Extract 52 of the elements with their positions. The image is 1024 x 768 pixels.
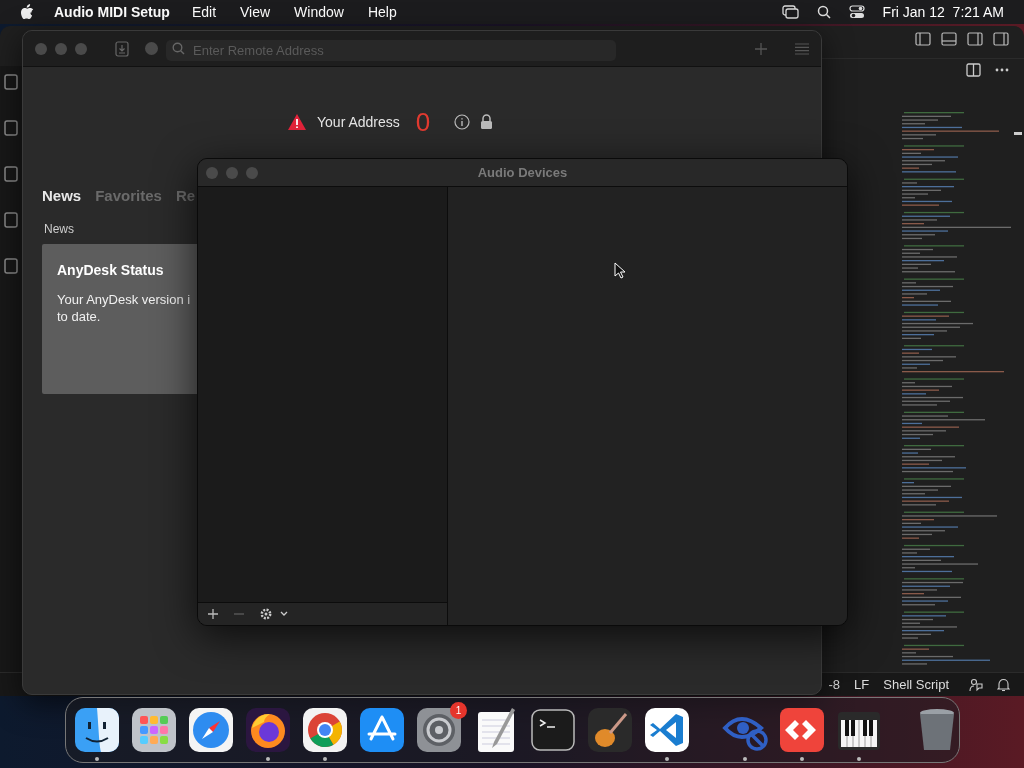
tab[interactable]: News [42, 185, 82, 208]
search-icon[interactable] [816, 5, 831, 19]
window-title: Audio Devices [477, 163, 568, 182]
info-icon[interactable] [454, 114, 471, 130]
scrollbar-thumb[interactable] [1014, 132, 1022, 135]
status-item[interactable]: -8 [828, 674, 841, 695]
guitar-icon[interactable] [586, 706, 634, 754]
sidebar-tool-icon[interactable] [2, 256, 20, 276]
address-label: Your Address [317, 112, 400, 132]
card-text: to date. [57, 307, 102, 325]
warning-icon [288, 114, 306, 130]
search-icon [172, 42, 185, 55]
lock-icon[interactable] [480, 114, 494, 130]
grid-icon[interactable] [130, 706, 178, 754]
plus-icon[interactable] [208, 609, 218, 619]
sidebar-tool-icon[interactable] [2, 210, 20, 230]
app-menu[interactable]: Audio MIDI Setup [54, 1, 170, 23]
stacked-windows-icon[interactable] [781, 5, 799, 19]
terminal-icon[interactable] [529, 706, 577, 754]
card-text: Your AnyDesk version i [57, 290, 192, 308]
more-icon[interactable] [995, 68, 1009, 72]
status-item[interactable]: Shell Script [883, 674, 949, 695]
chevron-down-icon[interactable] [280, 611, 288, 617]
toggles-icon[interactable] [848, 5, 865, 19]
menu-item[interactable]: Help [367, 1, 397, 23]
card-title: AnyDesk Status [57, 260, 165, 280]
status-item[interactable]: LF [854, 674, 870, 695]
menu-item[interactable]: Edit [191, 1, 216, 23]
section-label: News [44, 220, 75, 238]
cursor-icon [614, 262, 626, 279]
globe-icon[interactable] [244, 706, 292, 754]
apple-icon[interactable] [20, 4, 34, 20]
code-editor-icon[interactable] [643, 706, 691, 754]
notification-badge: 1 [450, 702, 467, 719]
bell-icon[interactable] [997, 677, 1010, 692]
sidebar-tool-icon[interactable] [2, 164, 20, 184]
wheel-icon[interactable] [301, 706, 349, 754]
menu-item[interactable]: View [240, 1, 271, 23]
layout-icon[interactable] [915, 32, 931, 46]
clock[interactable]: Fri Jan 12 7:21 AM [882, 1, 1004, 23]
smiling-square-icon[interactable] [73, 706, 121, 754]
address-number: 0 [415, 109, 431, 135]
sidebar-tool-icon[interactable] [2, 72, 20, 92]
menu-item[interactable]: Window [294, 1, 344, 23]
layout-icon[interactable] [941, 32, 957, 46]
sidebar-tool-icon[interactable] [2, 118, 20, 138]
download-icon[interactable] [115, 40, 129, 57]
layout-icon[interactable] [967, 32, 983, 46]
split-editor-icon[interactable] [966, 63, 981, 77]
layout-icon[interactable] [993, 32, 1009, 46]
compass-icon[interactable] [187, 706, 235, 754]
feedback-icon[interactable] [969, 677, 983, 692]
